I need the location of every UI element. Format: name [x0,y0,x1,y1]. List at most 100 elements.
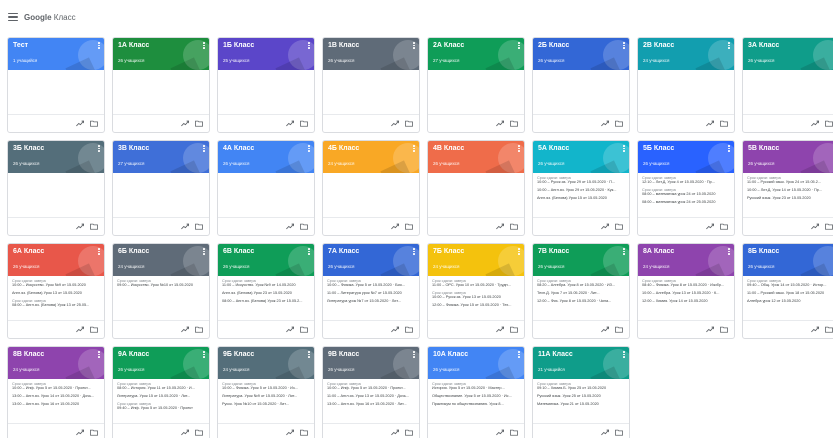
folder-icon[interactable] [90,429,98,436]
assignment-item[interactable]: Обществознание. Урок 5 от 15.05.2020 · И… [432,394,520,399]
assignment-item[interactable]: Алгебра урок 12 от 15.05.2020 [747,299,833,304]
class-card[interactable]: 7В Класс 26 учащихся Срок сдачи: завтра 08:… [532,243,630,339]
assignment-title[interactable]: Литература урок №7 от 15.05.2020 · Лит..… [327,299,415,304]
assignment-title[interactable]: 10:00 – Инф. Урок 5 от 15.05.2020 · Прое… [327,386,415,391]
more-vert-icon[interactable] [623,351,625,358]
class-banner[interactable]: 7В Класс 26 учащихся [533,244,629,276]
class-card[interactable]: 3В Класс 27 учащихся [112,140,210,236]
class-name[interactable]: 4Б Класс [328,145,414,152]
class-name[interactable]: 3А Класс [748,42,833,49]
more-vert-icon[interactable] [728,42,730,49]
class-banner[interactable]: 1В Класс 26 учащихся [323,38,419,70]
assignment-item[interactable]: Литература. Урок 15 от 15.05.2020 · Лит.… [117,394,205,399]
assignment-title[interactable]: 09:40 – Инф. Урок 5 от 15.05.2020 · Прое… [117,406,205,411]
trend-chart-icon[interactable] [391,429,399,436]
assignment-title[interactable]: 12:00 – Физ. Урок 8 от 15.05.2020 · Чила… [537,299,625,304]
assignment-item[interactable]: Срок сдачи: завтра 10:00 – Инф. Урок 5 от… [327,382,415,391]
class-card[interactable]: 8Б Класс 26 учащихся Срок сдачи: завтра 09:… [742,243,833,339]
class-card[interactable]: 5Б Класс 26 учащихся Срок сдачи: завтра 12:… [637,140,735,236]
more-vert-icon[interactable] [203,145,205,152]
assignment-title[interactable]: 12:00 – Химия. Урок 14 от 15.05.2020 [642,299,730,304]
assignment-title[interactable]: Англ.яз. (Белова) Урок 23 от 15.05.2020 [222,291,310,296]
assignment-item[interactable]: Математика. Урок 21 от 15.05.2020 [537,402,625,407]
more-vert-icon[interactable] [413,351,415,358]
folder-icon[interactable] [510,326,518,333]
assignment-item[interactable]: 13:00 – Англ.яз. Урок 14 от 15.05.2020 ·… [12,394,100,399]
assignment-title[interactable]: 08:20 – Алгебра. Урок 8 от 15.05.2020 · … [537,283,625,288]
trend-chart-icon[interactable] [601,326,609,333]
assignment-title[interactable]: 11:00 – ОРС. Урок 10 от 15.05.2020 · Тру… [432,283,520,288]
folder-icon[interactable] [615,120,623,127]
trend-chart-icon[interactable] [601,223,609,230]
more-vert-icon[interactable] [308,248,310,255]
trend-chart-icon[interactable] [496,429,504,436]
class-card[interactable]: 7Б Класс 24 учащихся Срок сдачи: завтра 11:… [427,243,525,339]
class-banner[interactable]: 9Б Класс 24 учащихся [218,347,314,379]
class-banner[interactable]: 9В Класс 26 учащихся [323,347,419,379]
trend-chart-icon[interactable] [391,120,399,127]
class-banner[interactable]: 1А Класс 26 учащихся [113,38,209,70]
assignment-title[interactable]: 08:40 – Физика. Урок 8 от 15.05.2020 · И… [642,283,730,288]
assignment-item[interactable]: 12:00 – Химия. Урок 14 от 15.05.2020 [642,299,730,304]
assignment-item[interactable]: 10:00 – Алгебра. Урок 13 от 15.05.2020 ·… [642,291,730,296]
assignment-item[interactable]: Литература урок №7 от 15.05.2020 · Лит..… [327,299,415,304]
assignment-item[interactable]: Русский язык. Урок 23 от 15.05.2020 [747,196,833,201]
assignment-item[interactable]: Англ.яз. (Белова) Урок 13 от 15.05.2020 [12,291,100,296]
more-vert-icon[interactable] [308,351,310,358]
assignment-item[interactable]: 11:00 – Литература урок №7 от 15.05.2020 [327,291,415,296]
folder-icon[interactable] [405,120,413,127]
assignment-item[interactable]: 12:00 – Физ. Урок 8 от 15.05.2020 · Чила… [537,299,625,304]
more-vert-icon[interactable] [518,145,520,152]
folder-icon[interactable] [510,223,518,230]
class-name[interactable]: 7А Класс [328,248,414,255]
folder-icon[interactable] [300,326,308,333]
class-card[interactable]: 4Б Класс 24 учащихся [322,140,420,236]
assignment-item[interactable]: Срок сдачи: завтра 09:40 – Инф. Урок 5 от… [117,402,205,411]
assignment-item[interactable]: Срок сдачи: завтра 08:20 – Алгебра. Урок … [537,279,625,288]
class-name[interactable]: 7В Класс [538,248,624,255]
class-banner[interactable]: 5Б Класс 26 учащихся [638,141,734,173]
more-vert-icon[interactable] [728,248,730,255]
class-card[interactable]: 3Б Класс 26 учащихся [7,140,105,236]
assignment-title[interactable]: Литература. Урок 15 от 15.05.2020 · Лит.… [117,394,205,399]
trend-chart-icon[interactable] [391,223,399,230]
assignment-item[interactable]: 10:00 – Лит.Д. Урок 14 от 15.05.2020 · П… [747,188,833,193]
folder-icon[interactable] [195,429,203,436]
class-card[interactable]: 4В Класс 26 учащихся [427,140,525,236]
folder-icon[interactable] [825,326,833,333]
assignment-item[interactable]: Русск. Урок №10 от 15.05.2020 · Лит... [222,402,310,407]
trend-chart-icon[interactable] [286,429,294,436]
class-name[interactable]: 8Б Класс [748,248,833,255]
class-banner[interactable]: 3В Класс 27 учащихся [113,141,209,173]
class-banner[interactable]: 4В Класс 26 учащихся [428,141,524,173]
app-logo[interactable]: Google Класс [24,13,76,22]
assignment-title[interactable]: 11:00 – Русский язык. Урок 24 от 15.05.2… [747,180,833,185]
class-banner[interactable]: 2А Класс 27 учащихся [428,38,524,70]
folder-icon[interactable] [615,429,623,436]
more-vert-icon[interactable] [98,351,100,358]
class-card[interactable]: 6А Класс 26 учащихся Срок сдачи: завтра 10:… [7,243,105,339]
assignment-title[interactable]: 11:00 – Литература урок №7 от 15.05.2020 [327,291,415,296]
assignment-item[interactable]: Срок сдачи: завтра 08:00 – История. Урок … [117,382,205,391]
assignment-title[interactable]: 11:00 – Русский язык. Урок 18 от 15.05.2… [747,291,833,296]
assignment-item[interactable]: Русский язык. Урок 25 от 15.05.2020 [537,394,625,399]
assignment-title[interactable]: Русск. Урок №10 от 15.05.2020 · Лит... [222,402,310,407]
assignment-item[interactable]: Срок сдачи: завтра История. Урок 5 от 15.… [432,382,520,391]
assignment-item[interactable]: Срок сдачи: завтра 10:00 – Русск.яз. Урок… [432,291,520,300]
class-name[interactable]: 5В Класс [748,145,833,152]
class-card[interactable]: 2В Класс 24 учащихся [637,37,735,133]
assignment-title[interactable]: Алгебра урок 12 от 15.05.2020 [747,299,833,304]
assignment-item[interactable]: Срок сдачи: завтра 11:00 – Русский язык. … [747,176,833,185]
class-banner[interactable]: 7А Класс 26 учащихся [323,244,419,276]
class-banner[interactable]: 2В Класс 24 учащихся [638,38,734,70]
folder-icon[interactable] [300,223,308,230]
class-name[interactable]: 9В Класс [328,351,414,358]
more-vert-icon[interactable] [518,42,520,49]
more-vert-icon[interactable] [98,248,100,255]
trend-chart-icon[interactable] [601,429,609,436]
assignment-item[interactable]: 08:00 – Англ.яз. (Белова) Урок 23 от 15.… [222,299,310,304]
assignment-item[interactable]: Срок сдачи: завтра 08:00 – Англ.яз. (Бело… [12,299,100,308]
assignment-item[interactable]: Литература. Урок №9 от 15.05.2020 · Лит.… [222,394,310,399]
class-banner[interactable]: 3А Класс 26 учащихся [743,38,833,70]
trend-chart-icon[interactable] [286,223,294,230]
